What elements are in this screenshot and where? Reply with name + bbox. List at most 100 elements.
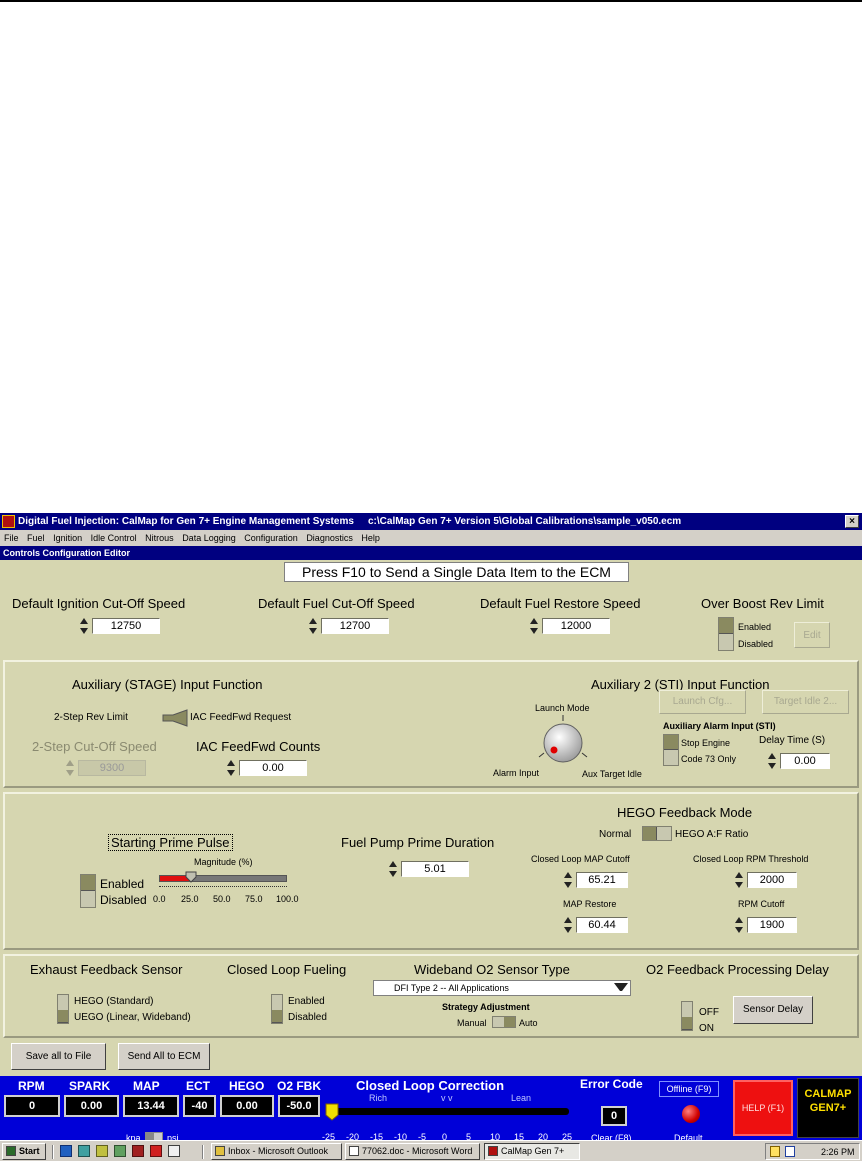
magnitude-slider[interactable] xyxy=(159,875,287,882)
map-restore-field[interactable]: 60.44 xyxy=(576,917,628,933)
mag-tick: 25.0 xyxy=(181,894,199,904)
chevron-down-icon[interactable] xyxy=(614,983,628,995)
windows-logo-icon xyxy=(6,1146,16,1156)
app-launch-icon[interactable] xyxy=(168,1145,180,1157)
target-idle2-button[interactable]: Target Idle 2... xyxy=(762,690,849,714)
close-button[interactable]: × xyxy=(845,515,859,528)
start-button[interactable]: Start xyxy=(2,1143,46,1160)
iac-counts-field[interactable]: 0.00 xyxy=(239,760,307,776)
toggle-knob xyxy=(81,875,95,891)
tray-icon[interactable] xyxy=(785,1146,795,1157)
map-restore-spinner[interactable] xyxy=(564,916,572,934)
fuel-restore-spinner[interactable] xyxy=(530,617,538,635)
app-launch-icon[interactable] xyxy=(132,1145,144,1157)
launch-cfg-button[interactable]: Launch Cfg... xyxy=(659,690,746,714)
menu-ignition[interactable]: Ignition xyxy=(50,530,85,546)
menu-idle-control[interactable]: Idle Control xyxy=(88,530,140,546)
rpm-cutoff-field[interactable]: 1900 xyxy=(747,917,797,933)
alarm-input-title: Auxiliary Alarm Input (STI) xyxy=(663,721,776,731)
wideband-value: DFI Type 2 -- All Applications xyxy=(394,983,509,993)
menu-bar: File Fuel Ignition Idle Control Nitrous … xyxy=(0,530,862,546)
gauge-label-o2fbk: O2 FBK xyxy=(277,1079,322,1093)
ie-icon[interactable] xyxy=(60,1145,72,1157)
ign-cut-field[interactable]: 12750 xyxy=(92,618,160,634)
menu-fuel[interactable]: Fuel xyxy=(24,530,48,546)
app-launch-icon[interactable] xyxy=(96,1145,108,1157)
prime-disabled-label: Disabled xyxy=(100,893,147,907)
help-button[interactable]: HELP (F1) xyxy=(733,1080,793,1136)
strategy-switch[interactable] xyxy=(492,1016,516,1028)
hego-mode-switch[interactable] xyxy=(642,826,672,841)
gauge-value-o2fbk: -50.0 xyxy=(278,1095,320,1117)
app-launch-icon[interactable] xyxy=(150,1145,162,1157)
fuel-restore-label: Default Fuel Restore Speed xyxy=(480,596,641,611)
wideband-select[interactable]: DFI Type 2 -- All Applications xyxy=(373,980,631,996)
prime-pulse-title: Starting Prime Pulse xyxy=(108,834,233,851)
toggle-knob xyxy=(272,1010,282,1023)
task-word[interactable]: 77062.doc - Microsoft Word xyxy=(345,1143,480,1160)
menu-file[interactable]: File xyxy=(0,530,22,546)
offline-button[interactable]: Offline (F9) xyxy=(659,1081,719,1097)
task-label: CalMap Gen 7+ xyxy=(501,1146,565,1156)
menu-nitrous[interactable]: Nitrous xyxy=(142,530,177,546)
two-step-cut-label: 2-Step Cut-Off Speed xyxy=(32,739,157,754)
strategy-label: Strategy Adjustment xyxy=(442,1002,530,1012)
gauge-label-hego: HEGO xyxy=(229,1079,265,1093)
o2-off-label: OFF xyxy=(699,1007,719,1018)
two-step-label: 2-Step Rev Limit xyxy=(54,712,128,723)
o2-delay-title: O2 Feedback Processing Delay xyxy=(646,962,829,977)
iac-counts-spinner[interactable] xyxy=(227,759,235,777)
closed-loop-marker xyxy=(325,1103,339,1121)
app-launch-icon[interactable] xyxy=(114,1145,126,1157)
app-icon xyxy=(2,515,15,528)
desktop-icon[interactable] xyxy=(78,1145,90,1157)
gauge-label-rpm: RPM xyxy=(18,1079,45,1093)
fuel-cut-spinner[interactable] xyxy=(309,617,317,635)
map-cutoff-field[interactable]: 65.21 xyxy=(576,872,628,888)
over-boost-edit-button[interactable]: Edit xyxy=(794,622,830,648)
over-boost-label: Over Boost Rev Limit xyxy=(701,596,824,611)
menu-configuration[interactable]: Configuration xyxy=(241,530,301,546)
task-outlook[interactable]: Inbox - Microsoft Outlook xyxy=(211,1143,342,1160)
rich-label: Rich xyxy=(369,1093,388,1103)
magnitude-thumb[interactable] xyxy=(185,871,197,883)
o2-delay-toggle[interactable] xyxy=(681,1001,693,1031)
fuel-restore-field[interactable]: 12000 xyxy=(542,618,610,634)
rpm-threshold-spinner[interactable] xyxy=(735,871,743,889)
gauge-bar: RPM 0 SPARK 0.00 MAP 13.44 ECT -40 HEGO … xyxy=(0,1076,862,1148)
menu-help[interactable]: Help xyxy=(358,530,383,546)
toggle-knob xyxy=(58,1010,68,1023)
speaker-icon[interactable] xyxy=(770,1146,780,1157)
hego-af-label: HEGO A:F Ratio xyxy=(675,829,749,840)
save-all-button[interactable]: Save all to File xyxy=(11,1043,106,1070)
uego-label: UEGO (Linear, Wideband) xyxy=(74,1012,191,1023)
sensor-delay-button[interactable]: Sensor Delay xyxy=(733,996,813,1024)
exhaust-sensor-toggle[interactable] xyxy=(57,994,69,1024)
mag-tick: 75.0 xyxy=(245,894,263,904)
alarm-toggle[interactable] xyxy=(663,734,679,766)
closed-loop-title: Closed Loop Correction xyxy=(356,1078,505,1093)
fuel-cut-field[interactable]: 12700 xyxy=(321,618,389,634)
taskbar-divider xyxy=(202,1145,204,1159)
prime-toggle[interactable] xyxy=(80,874,96,908)
menu-data-logging[interactable]: Data Logging xyxy=(179,530,239,546)
delay-time-field[interactable]: 0.00 xyxy=(780,753,830,769)
over-boost-toggle[interactable] xyxy=(718,617,734,651)
map-cutoff-spinner[interactable] xyxy=(564,871,572,889)
code73-label: Code 73 Only xyxy=(681,754,737,764)
pump-prime-field[interactable]: 5.01 xyxy=(401,861,469,877)
rpm-threshold-field[interactable]: 2000 xyxy=(747,872,797,888)
stop-engine-label: Stop Engine xyxy=(681,738,731,748)
cl-fueling-toggle[interactable] xyxy=(271,994,283,1024)
task-calmap[interactable]: CalMap Gen 7+ xyxy=(484,1143,580,1160)
delay-time-spinner[interactable] xyxy=(768,752,776,770)
alarm-input-label: Alarm Input xyxy=(493,768,540,778)
menu-diagnostics[interactable]: Diagnostics xyxy=(303,530,356,546)
ign-cut-spinner[interactable] xyxy=(80,617,88,635)
aux-lever-icon[interactable] xyxy=(161,709,189,727)
aux2-mode-knob[interactable] xyxy=(533,713,593,773)
pump-prime-spinner[interactable] xyxy=(389,860,397,878)
send-all-button[interactable]: Send All to ECM xyxy=(118,1043,210,1070)
mag-tick: 0.0 xyxy=(153,894,166,904)
rpm-cutoff-spinner[interactable] xyxy=(735,916,743,934)
